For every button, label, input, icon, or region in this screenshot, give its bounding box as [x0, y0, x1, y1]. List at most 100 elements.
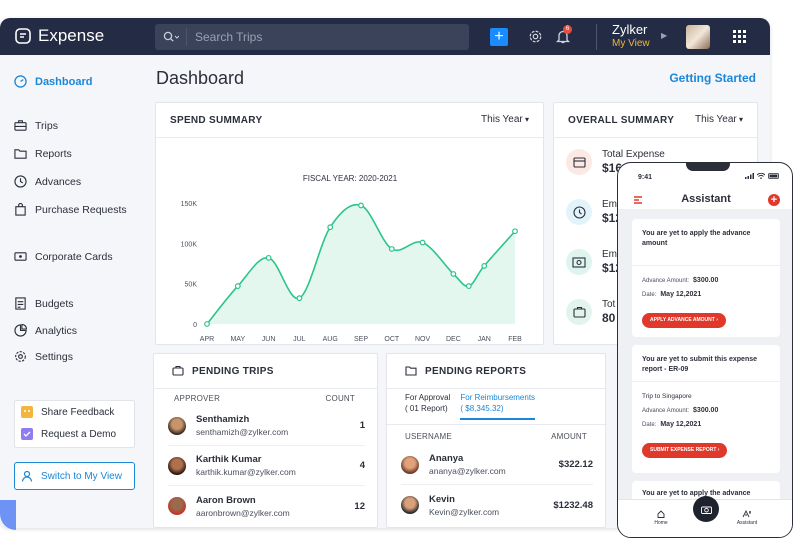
brand[interactable]: Expense — [14, 26, 104, 46]
app-grid-icon[interactable] — [733, 30, 746, 43]
share-feedback-label: Share Feedback — [41, 406, 115, 418]
overall-row-2[interactable]: Em $12 — [566, 199, 622, 225]
camera-icon — [700, 506, 712, 514]
add-circle-icon[interactable]: + — [768, 194, 780, 206]
table-row[interactable]: Ananya ananya@zylker.com $322.12 — [401, 445, 593, 485]
camera-button[interactable] — [693, 496, 719, 522]
sidebar-item-budgets[interactable]: Budgets — [14, 297, 74, 310]
avatar — [401, 496, 419, 514]
data-point — [234, 283, 241, 289]
report-amount: $322.12 — [558, 459, 593, 470]
getting-started-link[interactable]: Getting Started — [669, 71, 756, 85]
request-demo-link[interactable]: Request a Demo — [15, 423, 134, 445]
add-button[interactable]: + — [490, 28, 508, 46]
wifi-icon — [757, 173, 765, 179]
data-point — [388, 246, 395, 252]
avatar[interactable] — [686, 25, 710, 49]
sidebar-item-settings[interactable]: Settings — [14, 350, 73, 363]
table-row[interactable]: Kevin Kevin@zylker.com $1232.48 — [401, 485, 593, 525]
tab-label: For Reimbursements — [460, 393, 536, 402]
nav-home[interactable]: Home — [646, 510, 676, 526]
switch-view-button[interactable]: Switch to My View — [14, 462, 135, 490]
data-point — [512, 228, 518, 235]
notification-bell-icon[interactable]: 6 — [555, 25, 572, 49]
x-tick-label: JUL — [293, 336, 306, 343]
sidebar-item-dashboard[interactable]: Dashboard — [14, 75, 92, 88]
switch-view-label: Switch to My View — [41, 470, 122, 482]
overall-row-4[interactable]: Tot 80 — [566, 299, 615, 325]
sidebar-item-label: Advances — [35, 175, 82, 188]
date-value: May 12,2021 — [660, 421, 702, 428]
tab-for-approval[interactable]: For Approval ( 01 Report) — [405, 392, 450, 420]
card-divider — [632, 265, 780, 266]
notification-count-badge: 6 — [563, 25, 572, 34]
date-label: Date: — [642, 422, 657, 428]
nav-label: Home — [654, 520, 668, 526]
signal-icon — [745, 173, 754, 179]
assistant-card[interactable]: You are yet to submit this expense repor… — [632, 345, 780, 473]
tab-count: ( 01 Report) — [405, 404, 448, 413]
search-icon[interactable] — [155, 28, 187, 46]
data-point — [204, 321, 210, 327]
sidebar-item-corporate-cards[interactable]: Corporate Cards — [14, 250, 113, 263]
settings-icon — [15, 351, 26, 362]
tabs-divider — [387, 424, 605, 425]
share-feedback-link[interactable]: Share Feedback — [15, 401, 134, 423]
y-tick-label: 50K — [185, 282, 198, 289]
col-username: USERNAME — [405, 432, 452, 441]
x-tick-label: JUN — [262, 336, 276, 343]
sidebar-item-advances[interactable]: Advances — [14, 175, 81, 188]
x-tick-label: FEB — [508, 336, 522, 343]
panel-divider — [154, 388, 377, 389]
overall-row-3[interactable]: Em $12 — [566, 249, 622, 275]
settings-gear-icon[interactable] — [528, 29, 543, 49]
suitcase-icon — [172, 365, 184, 376]
col-approver: APPROVER — [174, 394, 221, 403]
help-card: Share Feedback Request a Demo — [14, 400, 135, 448]
user-name: Ananya — [429, 453, 464, 464]
y-tick-label: 0 — [193, 322, 197, 329]
user-email: ananya@zylker.com — [429, 466, 506, 476]
amount-value: $300.00 — [693, 407, 719, 414]
search-input[interactable]: Search Trips — [195, 30, 262, 44]
date-value: May 12,2021 — [660, 291, 702, 298]
tab-for-reimbursements[interactable]: For Reimbursements ( $8,345.32) — [460, 392, 536, 420]
avatar — [168, 456, 186, 475]
overall-period-dropdown[interactable]: This Year — [695, 114, 743, 125]
submit-report-button[interactable]: SUBMIT EXPENSE REPORT › — [642, 443, 728, 458]
sidebar-item-analytics[interactable]: Analytics — [14, 324, 77, 337]
chevron-right-icon[interactable]: ▶ — [661, 31, 667, 40]
x-tick-label: JAN — [478, 336, 491, 343]
table-row[interactable]: Senthamizh senthamizh@zylker.com 1 — [168, 406, 365, 446]
phone-mockup: 9:41 Assistant + You are yet to apply th… — [617, 162, 793, 538]
amount-value: $300.00 — [693, 277, 719, 284]
approver-email: aaronbrown@zylker.com — [196, 507, 290, 518]
y-tick-label: 100K — [181, 241, 198, 248]
money-icon — [566, 249, 592, 275]
sidebar-item-purchase-requests[interactable]: Purchase Requests — [14, 203, 127, 216]
avatar — [401, 455, 419, 474]
apply-advance-button[interactable]: APPLY ADVANCE AMOUNT › — [642, 313, 726, 328]
overall-label: Total Expense — [602, 149, 665, 160]
sidebar-item-label: Corporate Cards — [35, 250, 113, 263]
user-menu[interactable]: Zylker My View — [612, 22, 650, 49]
sidebar-item-reports[interactable]: Reports — [14, 147, 72, 160]
approver-name: Senthamizh — [196, 414, 250, 425]
trip-count: 4 — [359, 460, 365, 471]
sidebar-item-trips[interactable]: Trips — [14, 119, 58, 132]
feedback-icon — [21, 406, 33, 418]
search-bar[interactable]: Search Trips — [155, 24, 469, 50]
table-row[interactable]: Karthik Kumar karthik.kumar@zylker.com 4 — [168, 446, 365, 486]
sidebar-item-label: Settings — [35, 350, 73, 363]
card-message: You are yet to submit this expense repor… — [642, 356, 758, 373]
advance-icon — [14, 175, 27, 188]
phone-title: Assistant — [681, 193, 731, 205]
x-tick-label: NOV — [415, 336, 431, 343]
assistant-card[interactable]: You are yet to apply the advance amount … — [632, 219, 780, 337]
user-icon — [21, 470, 33, 482]
date-label: Date: — [642, 292, 657, 298]
table-row[interactable]: Aaron Brown aaronbrown@zylker.com 12 — [168, 486, 365, 526]
nav-assistant[interactable]: Assistant — [732, 509, 762, 526]
amount-label: Advance Amount: — [642, 278, 690, 284]
y-tick-label: 150K — [181, 201, 198, 208]
